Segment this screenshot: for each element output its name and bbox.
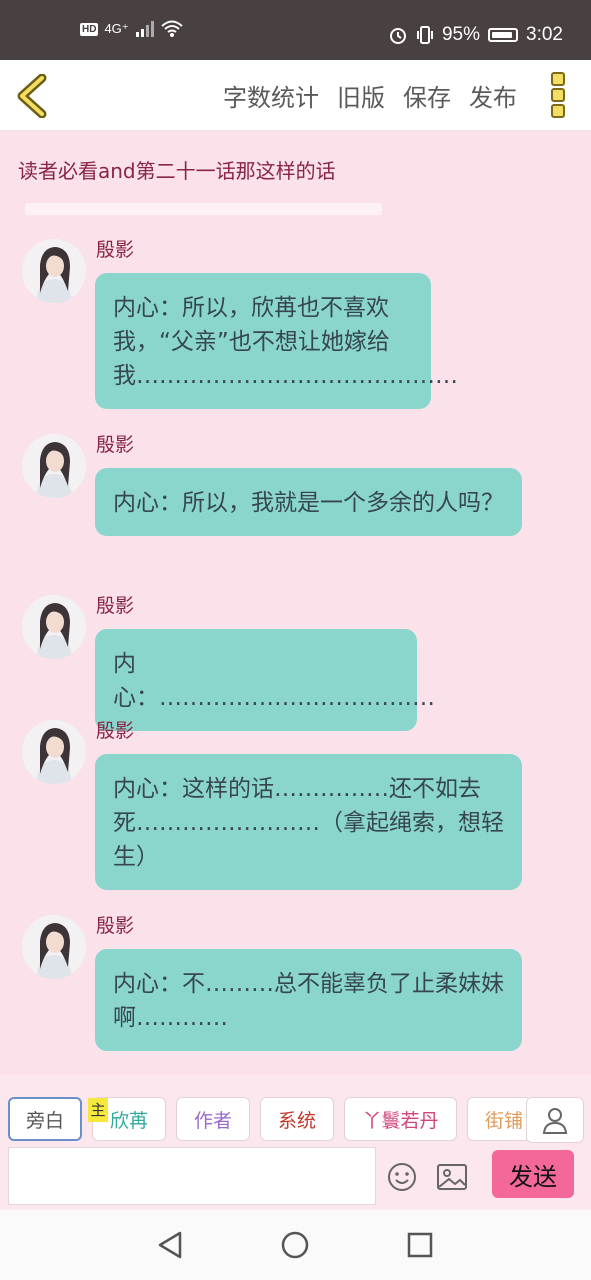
emoji-icon	[388, 1163, 416, 1191]
chip-label: 系统	[277, 1109, 316, 1132]
toolbar-menu: 字数统计 旧版 保存 发布	[223, 78, 517, 113]
chip-label: 欣苒	[109, 1109, 148, 1132]
character-avatar-icon	[22, 720, 86, 784]
chip-label: 丫鬟若丹	[362, 1109, 439, 1132]
character-avatar-icon	[22, 239, 86, 303]
character-avatar-icon	[22, 434, 86, 498]
main-character-badge: 主	[88, 1098, 108, 1122]
character-chip[interactable]: 街铺	[467, 1097, 528, 1141]
hd-badge: HD	[80, 22, 99, 36]
speaker-name: 殷影	[96, 239, 135, 261]
image-button[interactable]	[436, 1163, 468, 1195]
message-bubble[interactable]: 内心：不………总不能辜负了止柔妹妹啊…………	[95, 949, 522, 1051]
system-nav-bar	[0, 1210, 591, 1280]
nav-back-button[interactable]	[150, 1228, 190, 1262]
alarm-icon	[389, 28, 406, 44]
avatar[interactable]	[22, 239, 86, 303]
composer-panel: 旁白 欣苒 作者 系统 丫鬟若丹 街铺 发送	[0, 1075, 591, 1210]
message-bubble[interactable]: 内心：………………………………	[95, 629, 435, 731]
old-version-button[interactable]: 旧版	[337, 78, 385, 113]
character-chip[interactable]: 系统	[260, 1097, 334, 1141]
more-dot-icon	[551, 72, 565, 86]
clock: 3:02	[526, 24, 563, 45]
more-dot-icon	[551, 104, 565, 118]
chip-label: 作者	[193, 1109, 232, 1132]
avatar[interactable]	[22, 595, 86, 659]
emoji-button[interactable]	[386, 1161, 418, 1197]
status-right: 95% 3:02	[388, 24, 563, 46]
back-button[interactable]	[14, 73, 54, 119]
send-button[interactable]: 发送	[492, 1150, 574, 1198]
character-avatar-icon	[22, 595, 86, 659]
avatar[interactable]	[22, 915, 86, 979]
speaker-name: 殷影	[96, 595, 135, 617]
avatar[interactable]	[22, 434, 86, 498]
chip-label: 旁白	[25, 1109, 64, 1132]
message-bubble[interactable]: 内心：这样的话……………还不如去死……………………（拿起绳索，想轻生）	[95, 754, 522, 890]
message-bubble[interactable]: 内心：所以，欣苒也不喜欢我，“父亲”也不想让她嫁给我……………………………………	[95, 273, 458, 409]
status-bar: HD 4G⁺ 95% 3:02	[0, 0, 591, 60]
character-chip-narration[interactable]: 旁白	[8, 1097, 82, 1141]
nav-recents-button[interactable]	[400, 1228, 440, 1262]
avatar[interactable]	[22, 720, 86, 784]
chip-label: 街铺	[484, 1109, 523, 1132]
top-toolbar: 字数统计 旧版 保存 发布	[0, 60, 591, 131]
character-avatar-icon	[22, 915, 86, 979]
message-input[interactable]	[8, 1147, 376, 1205]
character-chip[interactable]: 作者	[176, 1097, 250, 1141]
word-count-button[interactable]: 字数统计	[223, 78, 319, 113]
square-recents-icon	[407, 1232, 433, 1258]
speaker-name: 殷影	[96, 720, 135, 742]
save-button[interactable]: 保存	[403, 78, 451, 113]
image-icon	[437, 1164, 467, 1190]
network-indicator: 4G⁺	[104, 21, 129, 36]
speaker-name: 殷影	[96, 915, 135, 937]
message-bubble[interactable]: 内心：所以，我就是一个多余的人吗？	[95, 468, 522, 536]
person-icon	[542, 1108, 568, 1134]
more-menu-button[interactable]	[551, 72, 565, 118]
status-left: HD 4G⁺	[80, 20, 183, 38]
character-chip[interactable]: 丫鬟若丹	[344, 1097, 457, 1141]
add-character-button[interactable]	[526, 1097, 584, 1143]
vibrate-icon	[416, 26, 433, 44]
chevron-left-icon	[17, 73, 47, 119]
more-dot-icon	[551, 88, 565, 102]
title-divider	[25, 203, 382, 215]
signal-icon	[135, 21, 154, 37]
publish-button[interactable]: 发布	[469, 78, 517, 113]
chapter-title: 读者必看and第二十一话那这样的话	[18, 159, 336, 183]
battery-percent: 95%	[441, 24, 481, 45]
character-selector: 旁白 欣苒 作者 系统 丫鬟若丹 街铺	[8, 1097, 528, 1143]
circle-home-icon	[281, 1231, 309, 1259]
nav-home-button[interactable]	[275, 1228, 315, 1262]
triangle-back-icon	[158, 1231, 182, 1259]
battery-icon	[488, 28, 519, 42]
wifi-icon	[161, 20, 183, 37]
speaker-name: 殷影	[96, 434, 135, 456]
